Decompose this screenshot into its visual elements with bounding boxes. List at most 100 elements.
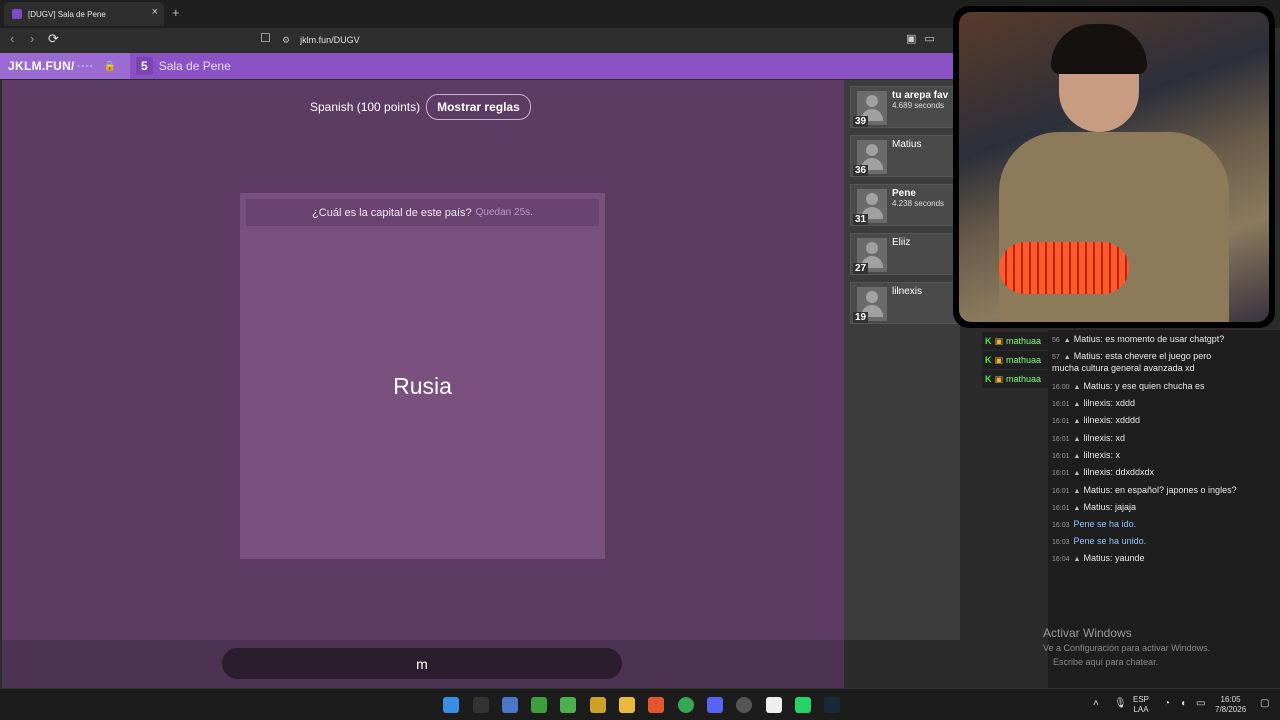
chat-time: 16:01: [1052, 401, 1070, 408]
chat-text: Matius: es momento de usar chatgpt?: [1073, 334, 1225, 344]
player-card[interactable]: 36 Matius: [850, 135, 962, 177]
chat-time: 16:01: [1052, 453, 1070, 460]
chat-message: 16:00 ▲ Matius: y ese quien chucha es: [1052, 381, 1205, 391]
chat-time: 16:01: [1052, 418, 1070, 425]
player-name: Matius: [892, 139, 922, 150]
whatsapp-icon[interactable]: [795, 697, 811, 713]
chat-time: 16:01: [1052, 436, 1070, 443]
player-score: 19: [853, 312, 869, 323]
user-icon: ▲: [1063, 354, 1071, 361]
chat-message: 56 ▲ Matius: es momento de usar chatgpt?: [1052, 334, 1224, 344]
chrome-icon[interactable]: [678, 697, 694, 713]
url-text: jklm.fun/DUGV: [300, 35, 360, 45]
site-header: JKLM.FUN/ ···· 🔒 5 Sala de Pene: [0, 53, 960, 79]
chat-text: Pene se ha ido.: [1073, 519, 1137, 529]
player-time: 4.238 seconds: [892, 199, 945, 208]
address-bar[interactable]: ⚙ jklm.fun/DUGV: [282, 31, 922, 49]
chat-time: 16:00: [1052, 384, 1070, 391]
xbox-icon[interactable]: [531, 697, 547, 713]
player-score: 27: [853, 263, 869, 274]
show-rules-button[interactable]: Mostrar reglas: [426, 94, 531, 120]
site-favicon-icon: [12, 9, 22, 19]
store-icon[interactable]: [502, 697, 518, 713]
player-list: 39 tu arepa fav 4.689 seconds 36 Matius …: [844, 80, 962, 640]
new-tab-button[interactable]: +: [172, 5, 180, 20]
tab-title: [DUGV] Sala de Pene: [28, 9, 106, 19]
user-icon: ▲: [1063, 337, 1071, 344]
language-indicator[interactable]: ESP LAA: [1133, 695, 1149, 715]
discord-icon[interactable]: [707, 697, 723, 713]
webcam-overlay: [953, 6, 1275, 328]
user-icon: ▲: [1073, 418, 1081, 425]
chat-time: 56: [1052, 337, 1060, 344]
back-button[interactable]: ‹: [10, 31, 14, 46]
chat-text: lilnexis: ddxddxdx: [1083, 467, 1155, 477]
chat-message: mucha cultura general avanzada xd: [1052, 363, 1195, 373]
chat-system-message: 16:03 Pene se ha ido.: [1052, 519, 1136, 529]
volume-icon[interactable]: ◖: [1180, 698, 1186, 709]
brave-browser-icon[interactable]: [648, 697, 664, 713]
chevron-up-icon[interactable]: ˄: [1093, 698, 1099, 709]
badge-icon: ▣: [994, 335, 1004, 346]
timer-text: Quedan 25s.: [475, 207, 533, 218]
chat-time: 16:01: [1052, 488, 1070, 495]
chat-time: 16:01: [1052, 505, 1070, 512]
toolbar-icons[interactable]: ▣▭: [906, 32, 943, 45]
widgets-icon[interactable]: [473, 697, 489, 713]
capcut-icon[interactable]: [766, 697, 782, 713]
room-name: Sala de Pene: [158, 59, 231, 73]
activate-windows-title: Activar Windows: [1043, 626, 1132, 640]
chat-message: 57 ▲ Matius: esta chevere el juego pero: [1052, 351, 1211, 361]
chat-time: 16:04: [1052, 556, 1070, 563]
question-card: ¿Cuál es la capital de este país? Quedan…: [240, 193, 605, 559]
player-time: 4.689 seconds: [892, 101, 945, 110]
kick-badge-icon: K: [985, 336, 992, 346]
wifi-icon[interactable]: ◔: [1164, 698, 1170, 709]
player-score: 36: [853, 165, 869, 176]
user-icon: ▲: [1073, 436, 1081, 443]
language-code: ESP: [1133, 695, 1150, 704]
chat-text: Matius: yaunde: [1083, 553, 1145, 563]
player-card[interactable]: 31 Pene 4.238 seconds: [850, 184, 962, 226]
room-code-hidden: ····: [76, 59, 94, 73]
user-icon: ▲: [1073, 556, 1081, 563]
clock[interactable]: 16:05 7/8/2026: [1215, 695, 1246, 715]
player-card[interactable]: 19 lilnexis: [850, 282, 962, 324]
chat-text: mucha cultura general avanzada xd: [1052, 363, 1195, 373]
room-info: 5 Sala de Pene: [136, 53, 231, 79]
close-tab-icon[interactable]: ×: [152, 6, 158, 18]
chat-text: lilnexis: xdddd: [1083, 415, 1140, 425]
prompt-country: Rusia: [393, 373, 452, 399]
battery-icon[interactable]: ▭: [1196, 698, 1205, 709]
chat-message: 16:01 ▲ lilnexis: x: [1052, 450, 1120, 460]
steam-icon[interactable]: [824, 697, 840, 713]
answer-input[interactable]: m: [222, 648, 622, 679]
viewer-item: K ▣ mathuaa: [982, 370, 1048, 388]
player-card[interactable]: 27 Eliiz: [850, 233, 962, 275]
player-name: tu arepa fav: [892, 90, 949, 101]
viewer-name: mathuaa: [1006, 355, 1042, 365]
reload-button[interactable]: ⟳: [48, 31, 59, 47]
game-mode: Spanish (100 points) Mostrar reglas: [310, 94, 531, 120]
bookmark-icon[interactable]: ☐: [260, 31, 271, 45]
clock-date: 7/8/2026: [1215, 705, 1247, 714]
user-icon: ▲: [1073, 401, 1081, 408]
chat-message: 16:01 ▲ lilnexis: xd: [1052, 433, 1125, 443]
windows-start-icon[interactable]: [443, 697, 459, 713]
app-icon[interactable]: [590, 697, 606, 713]
user-icon: ▲: [1073, 470, 1081, 477]
chat-input[interactable]: Escribe aquí para chatear.: [1053, 657, 1273, 667]
site-info-icon[interactable]: ⚙: [282, 35, 290, 46]
notification-icon[interactable]: ▢: [1260, 698, 1269, 709]
app-icon[interactable]: [736, 697, 752, 713]
webcam-image: [959, 12, 1269, 322]
file-explorer-icon[interactable]: [619, 697, 635, 713]
lock-icon: 🔒: [103, 60, 117, 72]
browser-tab[interactable]: [DUGV] Sala de Pene ×: [4, 2, 164, 26]
forward-button[interactable]: ›: [30, 31, 34, 46]
question-text: ¿Cuál es la capital de este país?: [312, 206, 472, 219]
player-card[interactable]: 39 tu arepa fav 4.689 seconds: [850, 86, 962, 128]
microphone-icon[interactable]: 🎙: [1114, 698, 1127, 709]
brand-logo[interactable]: JKLM.FUN/ ···· 🔒: [0, 53, 130, 79]
minecraft-icon[interactable]: [560, 697, 576, 713]
